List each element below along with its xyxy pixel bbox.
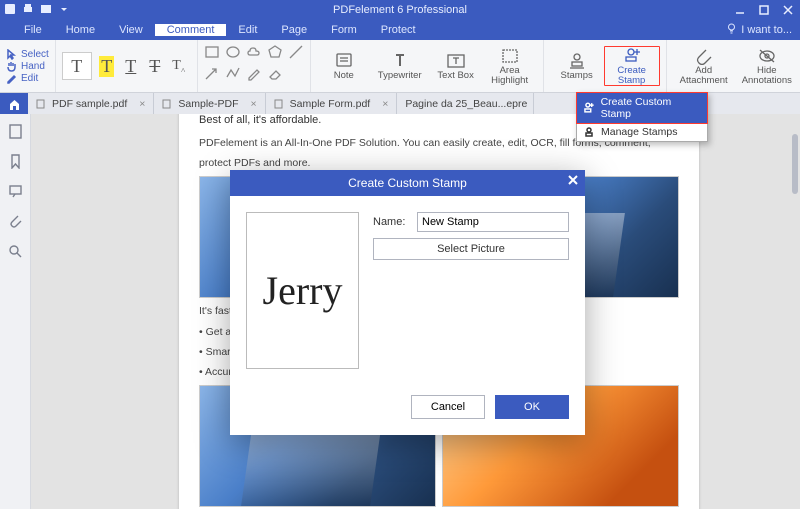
stamps-button[interactable]: Stamps bbox=[550, 52, 604, 81]
arrow-icon[interactable] bbox=[204, 65, 220, 84]
comments-icon[interactable] bbox=[8, 184, 23, 202]
text-strikethrough[interactable]: T bbox=[143, 51, 167, 81]
text-style-plain[interactable]: T bbox=[62, 52, 92, 80]
app-title: PDFelement 6 Professional bbox=[333, 4, 467, 16]
search-panel-icon[interactable] bbox=[8, 244, 23, 262]
menu-file[interactable]: File bbox=[12, 24, 54, 36]
note-button[interactable]: Note bbox=[317, 52, 371, 81]
create-custom-stamp-item[interactable]: Create Custom Stamp bbox=[577, 93, 707, 123]
cancel-button[interactable]: Cancel bbox=[411, 395, 485, 419]
titlebar: PDFelement 6 Professional bbox=[0, 0, 800, 20]
rect-icon[interactable] bbox=[204, 44, 220, 63]
attachments-icon[interactable] bbox=[8, 214, 23, 232]
add-attachment-button[interactable]: Add Attachment bbox=[673, 47, 735, 86]
polygon-icon[interactable] bbox=[267, 44, 283, 63]
app-logo-icon bbox=[4, 3, 16, 18]
menu-edit[interactable]: Edit bbox=[226, 24, 269, 36]
sidebar bbox=[0, 114, 31, 509]
close-tab-icon[interactable]: × bbox=[382, 98, 388, 110]
menu-form[interactable]: Form bbox=[319, 24, 369, 36]
cloud-icon[interactable] bbox=[246, 44, 262, 63]
thumbnails-icon[interactable] bbox=[8, 124, 23, 142]
create-custom-stamp-dialog: Create Custom Stamp Jerry Name: Select P… bbox=[230, 170, 585, 435]
maximize-button[interactable] bbox=[752, 0, 776, 20]
close-tab-icon[interactable]: × bbox=[251, 98, 257, 110]
page-paragraph: protect PDFs and more. bbox=[199, 156, 679, 170]
print-icon[interactable] bbox=[22, 3, 34, 18]
dialog-close-icon[interactable] bbox=[567, 174, 579, 189]
line-icon[interactable] bbox=[288, 44, 304, 63]
doc-tab[interactable]: Sample-PDF× bbox=[154, 93, 265, 115]
menu-view[interactable]: View bbox=[107, 24, 155, 36]
shape-tools bbox=[198, 40, 311, 92]
hide-annotations-button[interactable]: Hide Annotations bbox=[735, 47, 799, 86]
menu-home[interactable]: Home bbox=[54, 24, 107, 36]
bookmarks-icon[interactable] bbox=[8, 154, 23, 172]
i-want-to[interactable]: I want to... bbox=[726, 23, 792, 37]
text-highlight[interactable]: T bbox=[95, 51, 119, 81]
doc-tab[interactable]: Pagine da 25_Beau...epre bbox=[397, 93, 534, 115]
stamp-name-input[interactable] bbox=[417, 212, 569, 232]
textbox-button[interactable]: Text Box bbox=[429, 52, 483, 81]
ribbon: Select Hand Edit T T T T T˄ Note Typewri… bbox=[0, 40, 800, 93]
edit-tool[interactable]: Edit bbox=[6, 73, 49, 84]
email-icon[interactable] bbox=[40, 3, 52, 18]
stamp-preview: Jerry bbox=[246, 212, 359, 369]
dialog-title: Create Custom Stamp bbox=[230, 170, 585, 196]
hand-tool[interactable]: Hand bbox=[6, 61, 49, 72]
lightbulb-icon bbox=[726, 23, 737, 37]
scrollbar[interactable] bbox=[792, 134, 798, 194]
select-tool[interactable]: Select bbox=[6, 49, 49, 60]
select-picture-button[interactable]: Select Picture bbox=[373, 238, 569, 260]
doc-tab[interactable]: Sample Form.pdf× bbox=[266, 93, 398, 115]
create-stamp-dropdown: Create Custom Stamp Manage Stamps bbox=[576, 92, 708, 142]
eraser-icon[interactable] bbox=[267, 65, 283, 84]
menu-comment[interactable]: Comment bbox=[155, 24, 227, 36]
area-highlight-button[interactable]: Area Highlight bbox=[483, 47, 537, 86]
polyline-icon[interactable] bbox=[225, 65, 241, 84]
doc-tab[interactable]: PDF sample.pdf× bbox=[28, 93, 154, 115]
menubar: File Home View Comment Edit Page Form Pr… bbox=[0, 20, 800, 40]
text-insert[interactable]: T˄ bbox=[167, 51, 191, 81]
text-underline[interactable]: T bbox=[119, 51, 143, 81]
manage-stamps-item[interactable]: Manage Stamps bbox=[577, 123, 707, 141]
menu-page[interactable]: Page bbox=[269, 24, 319, 36]
name-label: Name: bbox=[373, 216, 411, 228]
pencil-icon[interactable] bbox=[246, 65, 262, 84]
create-stamp-button[interactable]: Create Stamp bbox=[604, 46, 660, 87]
close-tab-icon[interactable]: × bbox=[139, 98, 145, 110]
home-tab-icon[interactable] bbox=[0, 93, 28, 115]
typewriter-button[interactable]: Typewriter bbox=[371, 52, 429, 81]
menu-protect[interactable]: Protect bbox=[369, 24, 428, 36]
close-button[interactable] bbox=[776, 0, 800, 20]
titlebar-dropdown-icon[interactable] bbox=[58, 3, 70, 18]
ok-button[interactable]: OK bbox=[495, 395, 569, 419]
oval-icon[interactable] bbox=[225, 44, 241, 63]
minimize-button[interactable] bbox=[728, 0, 752, 20]
